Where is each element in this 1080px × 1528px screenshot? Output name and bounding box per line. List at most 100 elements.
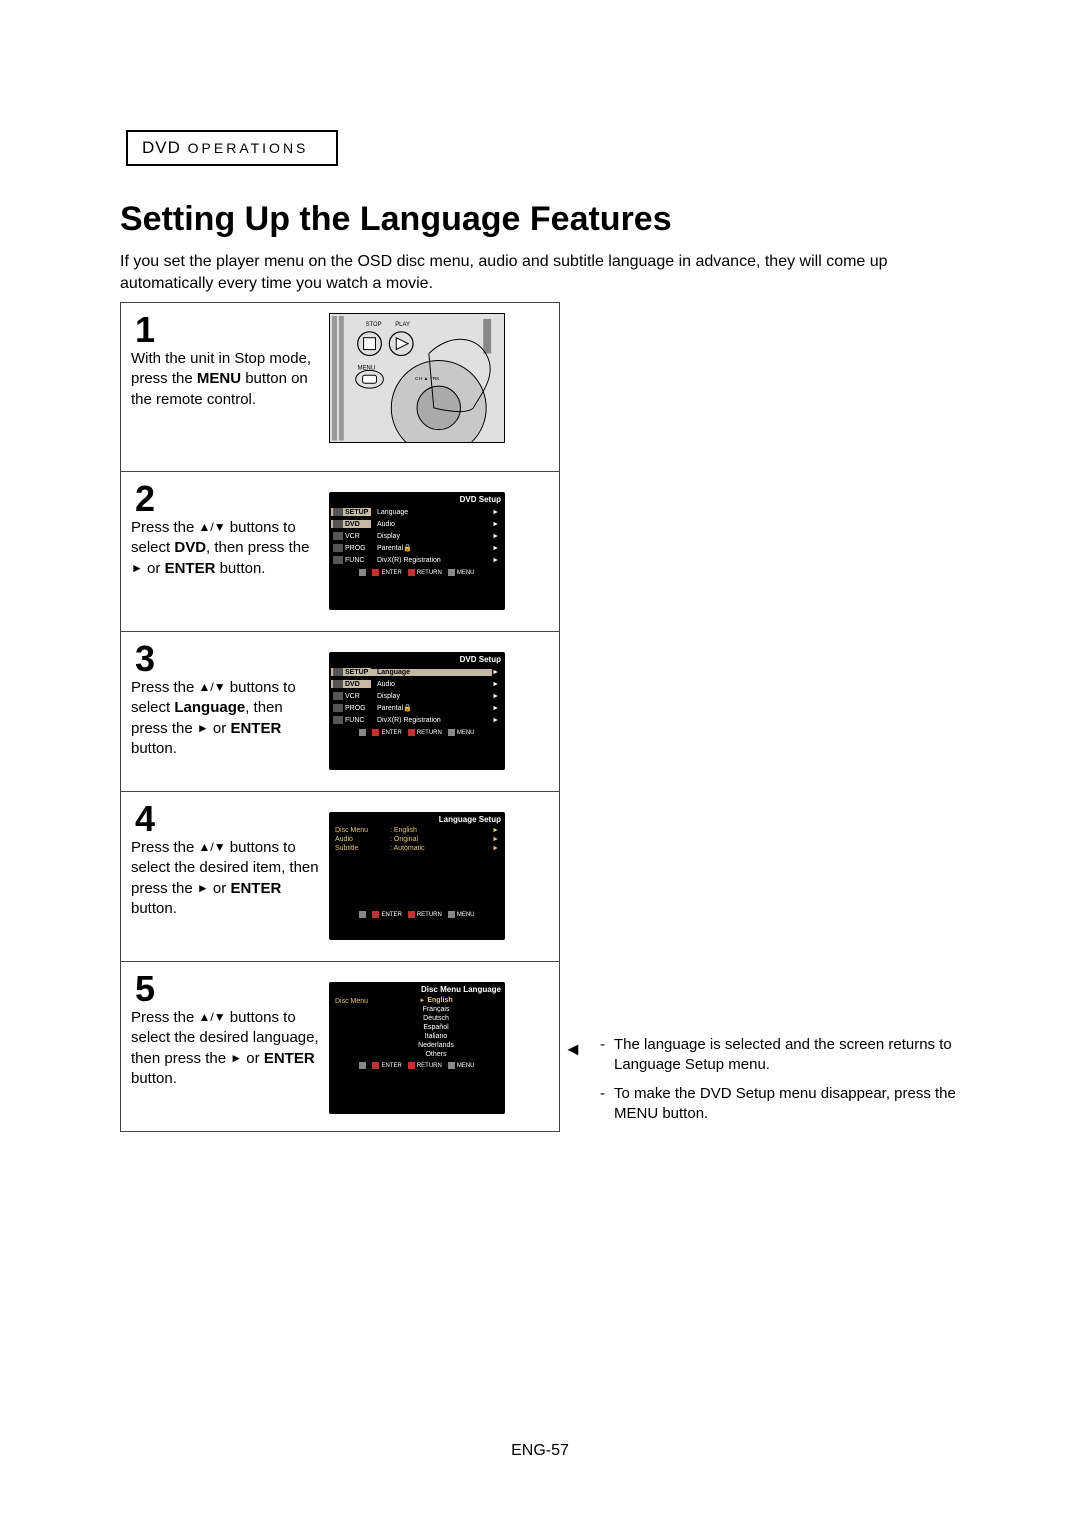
hint-return: RETURN: [417, 1063, 442, 1069]
section-header-text: DVD OPERATIONS: [142, 138, 308, 157]
svg-text:CH ▲ TRK: CH ▲ TRK: [415, 376, 440, 382]
tab-setup: SETUP: [331, 508, 371, 516]
step-4: 4 Press the ▲/▼ buttons to select the de…: [120, 792, 560, 962]
return-icon: [408, 1062, 415, 1069]
tab-prog: PROG: [331, 544, 371, 552]
disc-menu-label: Disc Menu: [329, 996, 387, 1059]
bold-enter: ENTER: [230, 720, 281, 737]
page-number: ENG-57: [0, 1442, 1080, 1460]
osd-title: Disc Menu Language: [329, 982, 505, 996]
txt: or: [143, 560, 165, 577]
up-down-icon: ▲/▼: [199, 839, 226, 855]
menu-icon: [448, 569, 455, 576]
step-number: 1: [135, 309, 155, 351]
tab-prog: PROG: [331, 704, 371, 712]
step-2: 2 Press the ▲/▼ buttons to select DVD, t…: [120, 472, 560, 632]
step-3: 3 Press the ▲/▼ buttons to select Langua…: [120, 632, 560, 792]
section-header-box: DVD OPERATIONS: [126, 130, 338, 166]
arrow-icon: ►: [492, 705, 503, 712]
arrow-icon: ►: [492, 681, 503, 688]
menu-icon: [448, 729, 455, 736]
lock-icon: 🔒: [403, 544, 412, 552]
side-note: ◄ The language is selected and the scree…: [600, 1035, 970, 1132]
right-icon: ►: [230, 1050, 242, 1066]
step-1-bold-menu: MENU: [197, 370, 241, 387]
lang-deutsch: Deutsch: [387, 1014, 485, 1023]
tab-dvd: DVD: [331, 520, 371, 528]
step-1-text: With the unit in Stop mode, press the ME…: [131, 313, 321, 410]
lang-row-discmenu: Disc Menu: English►: [329, 826, 505, 835]
osd-title: DVD Setup: [329, 492, 505, 506]
tab-vcr: VCR: [331, 532, 371, 540]
txt: Press the: [131, 839, 199, 856]
txt: Press the: [131, 519, 199, 536]
up-down-icon: ▲/▼: [199, 679, 226, 695]
tab-func: FUNC: [331, 716, 371, 724]
hint-enter: ENTER: [381, 1063, 401, 1069]
bold-enter: ENTER: [264, 1050, 315, 1067]
section-ops: OPERATIONS: [188, 140, 309, 156]
osd-hint-bar: ENTER RETURN MENU: [329, 908, 505, 922]
left-arrow-icon: ◄: [564, 1037, 582, 1061]
txt: button.: [131, 900, 177, 917]
enter-icon: [372, 1062, 379, 1069]
remote-svg: STOP PLAY MENU CH ▲ TRK: [330, 314, 504, 443]
arrow-icon: ►: [492, 545, 503, 552]
step-5: 5 Press the ▲/▼ buttons to select the de…: [120, 962, 560, 1132]
menu-audio: Audio: [371, 521, 492, 528]
lang-francais: Français: [387, 1005, 485, 1014]
menu-language: Language: [371, 509, 492, 516]
hint-return: RETURN: [417, 730, 442, 736]
return-icon: [408, 729, 415, 736]
step-2-text: Press the ▲/▼ buttons to select DVD, the…: [131, 482, 321, 579]
txt: button.: [215, 560, 265, 577]
bold-dvd: DVD: [174, 539, 206, 556]
right-icon: ►: [197, 880, 209, 896]
arrow-icon: ►: [492, 557, 503, 564]
arrow-icon: ►: [492, 521, 503, 528]
hint-enter: ENTER: [381, 912, 401, 918]
step-number: 2: [135, 478, 155, 520]
hint-return: RETURN: [417, 912, 442, 918]
arrow-icon: ►: [492, 717, 503, 724]
osd-screen-5: Disc Menu Language Disc Menu English Fra…: [329, 982, 505, 1114]
txt: Press the: [131, 679, 199, 696]
osd-screen-2: DVD Setup SETUPLanguage► DVDAudio► VCRDi…: [329, 492, 505, 610]
manual-page: DVD OPERATIONS Setting Up the Language F…: [0, 0, 1080, 1528]
lang-espanol: Español: [387, 1023, 485, 1032]
lang-nederlands: Nederlands: [387, 1041, 485, 1050]
txt: button.: [131, 740, 177, 757]
up-down-icon: ▲/▼: [199, 519, 226, 535]
hint-enter: ENTER: [381, 730, 401, 736]
osd-hint-bar: ENTER RETURN MENU: [329, 726, 505, 740]
menu-divx: DivX(R) Registration: [371, 557, 492, 564]
bold-language: Language: [174, 699, 245, 716]
menu-language-sel: Language: [371, 669, 492, 676]
osd-screen-3: DVD Setup SETUPLanguage► DVDAudio► VCRDi…: [329, 652, 505, 770]
menu-icon: [448, 911, 455, 918]
txt: , then press the: [206, 539, 309, 556]
move-icon: [359, 569, 366, 576]
menu-display: Display: [371, 533, 492, 540]
intro-paragraph: If you set the player menu on the OSD di…: [120, 251, 960, 294]
menu-parental: Parental 🔒: [371, 704, 492, 712]
move-icon: [359, 911, 366, 918]
step-3-text: Press the ▲/▼ buttons to select Language…: [131, 642, 321, 759]
step-number: 3: [135, 638, 155, 680]
menu-audio: Audio: [371, 681, 492, 688]
txt: Press the: [131, 1009, 199, 1026]
txt: or: [242, 1050, 264, 1067]
osd-screen-4: Language Setup Disc Menu: English► Audio…: [329, 812, 505, 940]
step-number: 5: [135, 968, 155, 1010]
move-icon: [359, 729, 366, 736]
menu-divx: DivX(R) Registration: [371, 717, 492, 724]
right-icon: ►: [131, 560, 143, 576]
hint-menu: MENU: [457, 570, 475, 576]
txt: button.: [131, 1070, 177, 1087]
menu-parental: Parental 🔒: [371, 544, 492, 552]
step-1: 1 With the unit in Stop mode, press the …: [120, 302, 560, 472]
right-icon: ►: [197, 720, 209, 736]
menu-icon: [448, 1062, 455, 1069]
step-5-text: Press the ▲/▼ buttons to select the desi…: [131, 972, 321, 1089]
lang-english: English: [387, 996, 485, 1005]
